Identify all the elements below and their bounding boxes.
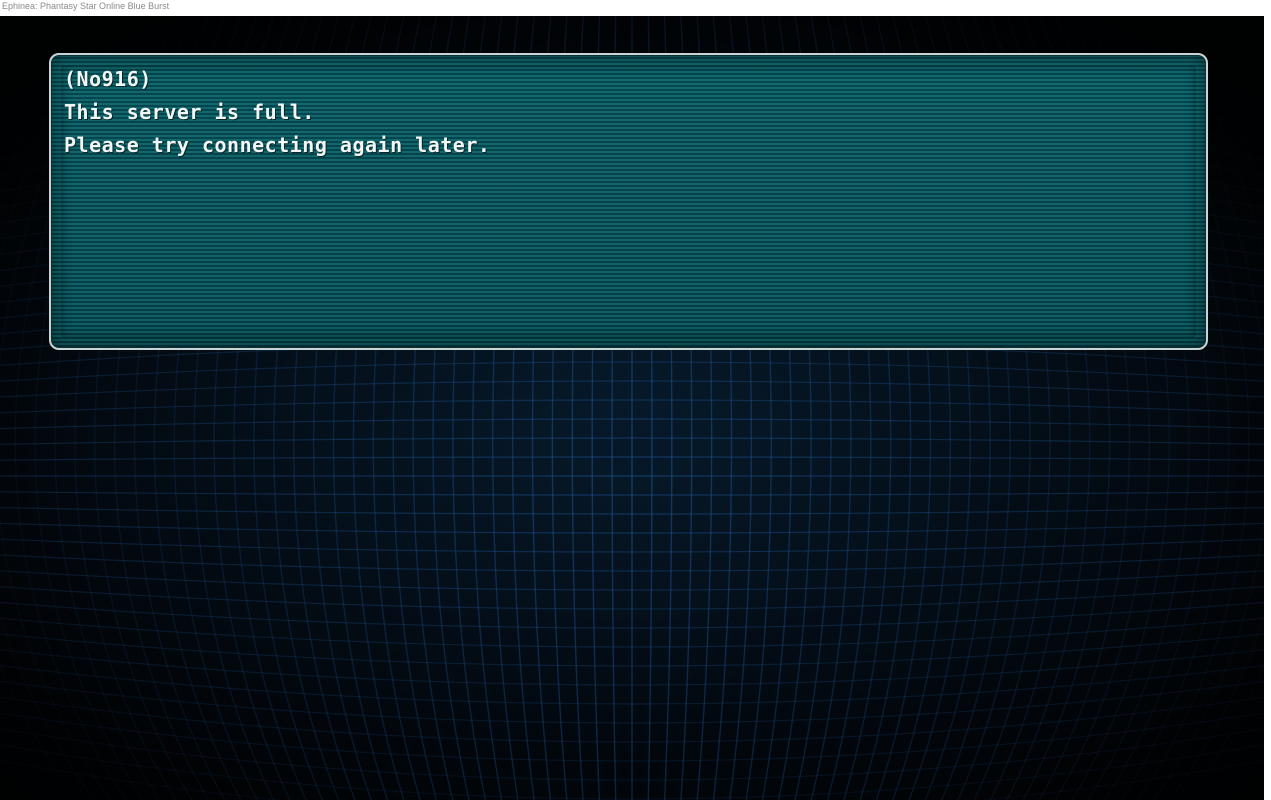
error-code-text: (No916) (64, 67, 152, 91)
window-edge (1264, 0, 1271, 800)
window-title: Ephinea: Phantasy Star Online Blue Burst (2, 1, 170, 11)
window-title-bar[interactable]: Ephinea: Phantasy Star Online Blue Burst (0, 0, 1264, 16)
server-message-dialog: (No916) This server is full. Please try … (49, 53, 1208, 350)
game-viewport[interactable]: (No916) This server is full. Please try … (0, 16, 1264, 800)
retry-later-text: Please try connecting again later. (64, 133, 491, 157)
server-full-text: This server is full. (64, 100, 315, 124)
